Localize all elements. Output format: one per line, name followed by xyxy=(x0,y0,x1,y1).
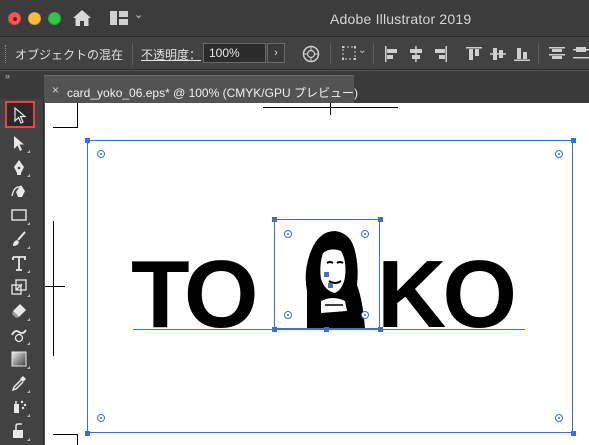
anchor-point[interactable] xyxy=(361,311,369,319)
selection-type-label: オブジェクトの混在 xyxy=(15,48,124,62)
center-point[interactable] xyxy=(324,272,329,277)
opacity-dropdown-button[interactable]: › xyxy=(267,43,285,63)
recolor-artwork-icon[interactable] xyxy=(302,45,320,63)
paintbrush-icon xyxy=(13,231,26,246)
crop-mark xyxy=(53,434,78,435)
home-icon[interactable] xyxy=(72,9,92,27)
crop-mark xyxy=(53,127,78,128)
direct-selection-tool[interactable] xyxy=(7,132,31,154)
document-tab-title: card_yoko_06.eps* @ 100% (CMYK/GPU プレビュー… xyxy=(67,86,358,100)
app-title: Adobe Illustrator 2019 xyxy=(330,11,472,27)
anchor-point[interactable] xyxy=(97,150,105,158)
scale-icon xyxy=(11,279,27,295)
scale-tool[interactable] xyxy=(7,276,31,298)
minimize-window-button[interactable] xyxy=(28,12,41,25)
align-right-icon[interactable] xyxy=(431,45,449,63)
direct-selection-icon xyxy=(14,136,24,151)
curvature-tool[interactable] xyxy=(7,180,31,202)
tools-panel xyxy=(0,99,44,445)
warp-icon xyxy=(11,329,27,343)
symbol-sprayer-tool[interactable] xyxy=(7,396,31,418)
pen-tool[interactable] xyxy=(7,156,31,178)
rectangle-tool[interactable] xyxy=(7,204,31,226)
eraser-tool[interactable] xyxy=(7,300,31,322)
gradient-icon xyxy=(11,351,27,367)
distribute-top-icon[interactable] xyxy=(548,45,566,63)
align-vertical-center-icon[interactable] xyxy=(489,45,507,63)
resize-handle[interactable] xyxy=(85,431,90,436)
distribute-center-icon[interactable] xyxy=(572,45,589,63)
rectangle-icon xyxy=(11,209,27,221)
rotate-view-icon xyxy=(13,423,23,438)
panel-grip[interactable] xyxy=(5,45,8,63)
divider xyxy=(330,43,331,65)
artboard-canvas[interactable]: TO KO xyxy=(45,103,589,445)
anchor-point[interactable] xyxy=(361,230,369,238)
type-tool[interactable] xyxy=(7,252,31,274)
symbol-sprayer-icon xyxy=(14,400,27,413)
align-left-icon[interactable] xyxy=(383,45,401,63)
document-tab[interactable]: × card_yoko_06.eps* @ 100% (CMYK/GPU プレビ… xyxy=(44,75,358,103)
selection-arrow-icon xyxy=(14,106,27,124)
warp-tool[interactable] xyxy=(7,324,31,346)
opacity-label[interactable]: 不透明度： xyxy=(141,46,201,63)
curvature-icon xyxy=(11,185,25,197)
resize-handle[interactable] xyxy=(571,431,576,436)
divider xyxy=(373,43,374,65)
expand-panel-icon[interactable]: ›› xyxy=(5,71,10,81)
chevron-down-icon[interactable]: ⌄ xyxy=(358,45,366,56)
opacity-input[interactable]: 100% xyxy=(203,43,266,63)
eraser-icon xyxy=(12,304,26,318)
maximize-window-button[interactable] xyxy=(48,12,61,25)
divider xyxy=(538,43,539,65)
control-bar: オブジェクトの混在 不透明度： 100% › ⌄ xyxy=(0,37,589,70)
selection-tool[interactable] xyxy=(5,101,35,128)
anchor-point[interactable] xyxy=(555,150,563,158)
registration-mark xyxy=(53,221,54,356)
align-top-icon[interactable] xyxy=(465,45,483,63)
align-bottom-icon[interactable] xyxy=(513,45,531,63)
transform-reference-icon[interactable] xyxy=(341,45,359,63)
text-baseline xyxy=(133,329,525,330)
paintbrush-tool[interactable] xyxy=(7,228,31,250)
resize-handle[interactable] xyxy=(378,217,383,222)
rotate-view-tool[interactable] xyxy=(7,420,31,442)
resize-handle[interactable] xyxy=(272,217,277,222)
crop-mark xyxy=(77,434,78,445)
eyedropper-tool[interactable] xyxy=(7,372,31,394)
anchor-point[interactable] xyxy=(97,414,105,422)
eyedropper-icon xyxy=(11,376,26,392)
type-icon xyxy=(12,256,26,271)
pen-icon xyxy=(14,160,24,175)
crop-mark xyxy=(77,103,78,128)
title-bar: ⌄ Adobe Illustrator 2019 xyxy=(0,0,589,37)
gradient-tool[interactable] xyxy=(7,348,31,370)
anchor-point[interactable] xyxy=(284,311,292,319)
chevron-down-icon[interactable]: ⌄ xyxy=(134,8,143,21)
resize-handle[interactable] xyxy=(85,138,90,143)
center-point[interactable] xyxy=(328,283,333,288)
anchor-point[interactable] xyxy=(555,414,563,422)
resize-handle[interactable] xyxy=(571,138,576,143)
document-tab-bar: × card_yoko_06.eps* @ 100% (CMYK/GPU プレビ… xyxy=(44,71,589,103)
align-horizontal-center-icon[interactable] xyxy=(407,45,425,63)
registration-mark xyxy=(45,286,65,287)
divider xyxy=(132,43,133,65)
anchor-point[interactable] xyxy=(284,230,292,238)
close-window-button[interactable] xyxy=(8,12,21,25)
close-tab-icon[interactable]: × xyxy=(52,83,59,97)
workspace-switcher-icon[interactable] xyxy=(109,10,129,26)
registration-mark xyxy=(330,103,331,115)
